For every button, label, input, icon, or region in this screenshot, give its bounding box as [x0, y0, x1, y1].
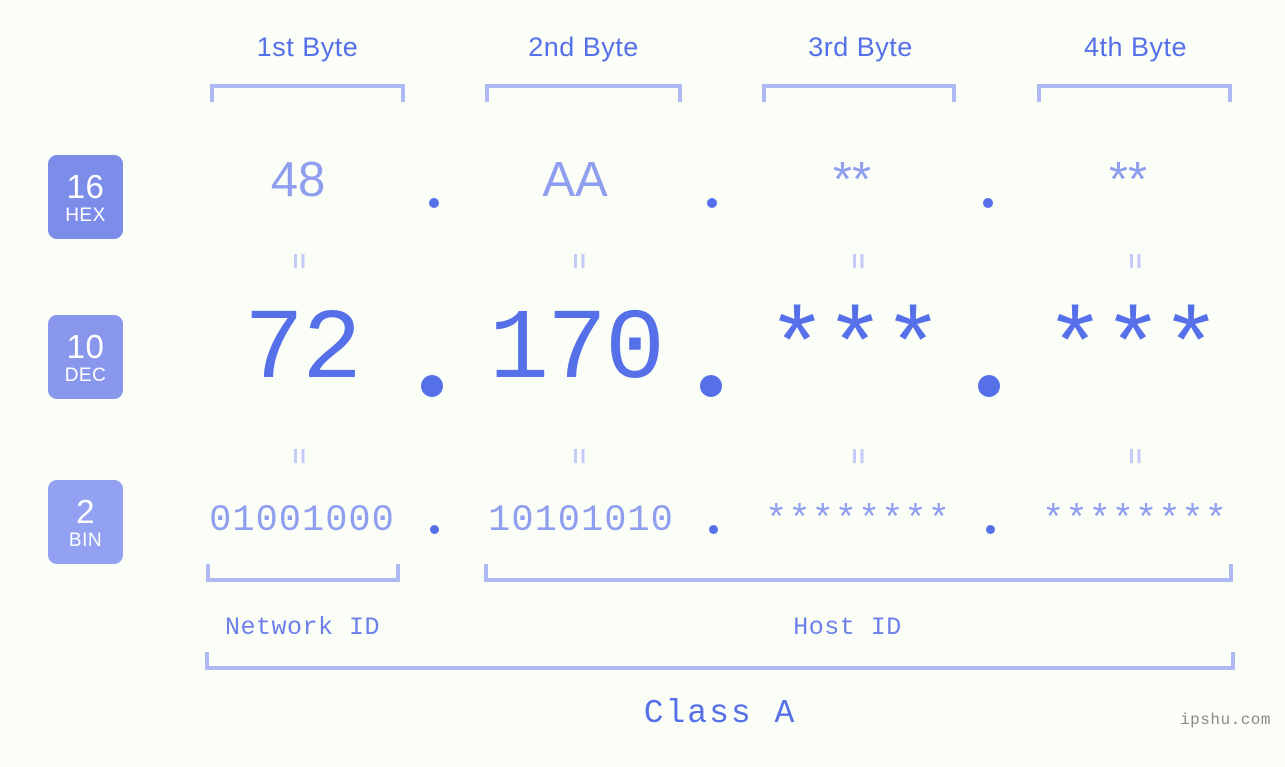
bin-byte-1: 01001000 [209, 500, 395, 542]
class-label: Class A [643, 695, 797, 732]
bin-separator-1 [430, 525, 439, 534]
equals-mark-hexdec-2: = [564, 252, 595, 270]
hex-byte-3: ** [832, 153, 872, 207]
base-badge-bin-name: BIN [68, 529, 103, 551]
base-badge-dec: 10 DEC [48, 315, 123, 399]
hex-separator-3 [983, 198, 993, 208]
base-badge-hex-name: HEX [65, 204, 106, 226]
bin-byte-4: ******** [1042, 500, 1228, 542]
equals-mark-decbin-4: = [1120, 447, 1151, 465]
byte-bracket-1 [210, 84, 405, 102]
dec-byte-1: 72 [243, 295, 362, 408]
byte-header-3: 3rd Byte [808, 32, 913, 62]
class-bracket [205, 652, 1235, 670]
equals-mark-decbin-2: = [564, 447, 595, 465]
base-badge-dec-number: 10 [66, 327, 105, 365]
byte-header-2: 2nd Byte [528, 32, 639, 62]
base-badge-hex: 16 HEX [48, 155, 123, 239]
dec-byte-3: *** [766, 295, 943, 408]
base-badge-bin: 2 BIN [48, 480, 123, 564]
equals-mark-hexdec-3: = [843, 252, 874, 270]
dec-byte-4: *** [1044, 295, 1221, 408]
hex-byte-4: ** [1108, 153, 1148, 207]
bin-separator-2 [709, 525, 718, 534]
hex-separator-1 [429, 198, 439, 208]
network-id-label: Network ID [224, 613, 381, 642]
byte-header-1: 1st Byte [256, 32, 359, 62]
host-id-label: Host ID [793, 613, 902, 642]
hex-byte-2: AA [542, 153, 608, 207]
ip-address-breakdown-diagram: 1st Byte 2nd Byte 3rd Byte 4th Byte 16 H… [0, 0, 1285, 767]
host-id-bracket [484, 564, 1233, 582]
dec-separator-3 [978, 375, 1000, 397]
dec-separator-1 [421, 375, 443, 397]
equals-mark-decbin-1: = [284, 447, 315, 465]
base-badge-hex-number: 16 [66, 167, 105, 205]
base-badge-bin-number: 2 [76, 492, 95, 530]
hex-separator-2 [707, 198, 717, 208]
bin-separator-3 [986, 525, 995, 534]
byte-bracket-3 [762, 84, 956, 102]
byte-bracket-2 [485, 84, 682, 102]
equals-mark-hexdec-1: = [284, 252, 315, 270]
bin-byte-3: ******** [765, 500, 951, 542]
hex-byte-1: 48 [270, 153, 326, 207]
bin-byte-2: 10101010 [488, 500, 674, 542]
dec-separator-2 [700, 375, 722, 397]
dec-byte-2: 170 [488, 295, 665, 408]
site-watermark: ipshu.com [1180, 711, 1271, 729]
network-id-bracket [206, 564, 400, 582]
base-badge-dec-name: DEC [64, 364, 107, 386]
equals-mark-decbin-3: = [843, 447, 874, 465]
byte-bracket-4 [1037, 84, 1232, 102]
byte-header-4: 4th Byte [1083, 32, 1188, 62]
equals-mark-hexdec-4: = [1120, 252, 1151, 270]
